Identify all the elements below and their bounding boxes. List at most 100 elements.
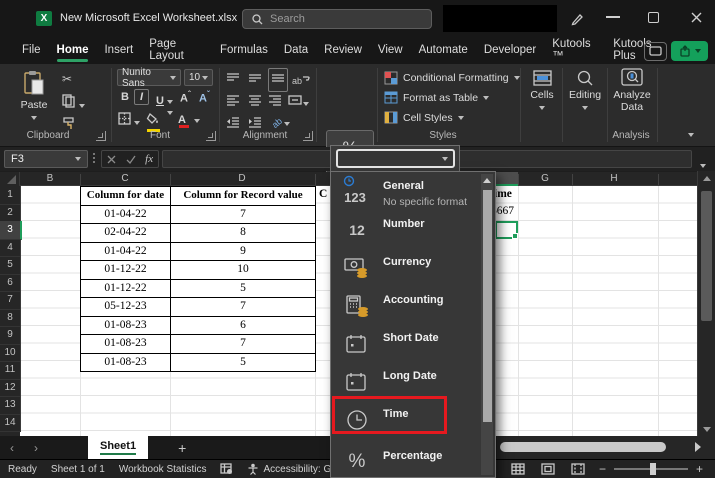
orientation-button[interactable]: ab (272, 113, 290, 131)
table-header-date[interactable]: Column for date (81, 187, 171, 205)
prev-sheet-icon[interactable]: ‹ (0, 441, 24, 455)
row-header-4[interactable]: 4 (0, 239, 21, 258)
normal-view-icon[interactable] (511, 463, 525, 475)
tab-data[interactable]: Data (276, 39, 316, 63)
table-row[interactable]: 02-04-228 (81, 224, 315, 243)
scroll-up-icon[interactable] (703, 176, 711, 181)
tab-formulas[interactable]: Formulas (212, 39, 276, 63)
italic-button[interactable]: I (134, 89, 149, 105)
font-name-select[interactable]: Nunito Sans (117, 69, 181, 86)
table-row[interactable]: 01-08-236 (81, 317, 315, 336)
menu-item-currency[interactable]: Currency (331, 253, 479, 287)
row-header-3-selected[interactable]: 3 (0, 221, 22, 240)
fx-icon[interactable]: fx (145, 153, 153, 165)
menu-item-short-date[interactable]: Short Date (331, 329, 479, 363)
font-dialog-launcher[interactable] (206, 131, 216, 141)
row-header-11[interactable]: 11 (0, 361, 21, 380)
fill-color-button[interactable] (146, 111, 173, 129)
zoom-in-button[interactable]: + (696, 462, 703, 476)
row-header-10[interactable]: 10 (0, 344, 21, 363)
cell-styles-button[interactable]: Cell Styles (384, 111, 464, 124)
row-header-1[interactable]: 1 (0, 186, 21, 205)
menu-scroll-thumb[interactable] (483, 190, 492, 422)
row-header-9[interactable]: 9 (0, 326, 21, 345)
tab-home[interactable]: Home (49, 39, 97, 63)
column-header-c[interactable]: C (121, 173, 128, 184)
name-box[interactable]: F3 (4, 150, 88, 168)
tab-automate[interactable]: Automate (411, 39, 476, 63)
scroll-down-icon[interactable] (703, 427, 711, 432)
column-header-h[interactable]: H (610, 173, 617, 184)
row-header-12[interactable]: 12 (0, 379, 21, 398)
column-header-f-selected[interactable] (496, 172, 518, 186)
align-bottom-button[interactable] (268, 68, 288, 92)
table-row[interactable]: 01-08-237 (81, 335, 315, 354)
row-header-2[interactable]: 2 (0, 204, 21, 223)
menu-scrollbar[interactable] (481, 174, 493, 475)
cancel-icon[interactable] (107, 155, 116, 164)
alignment-dialog-launcher[interactable] (303, 131, 313, 141)
share-button[interactable] (671, 41, 708, 61)
vertical-scroll-thumb[interactable] (701, 191, 712, 321)
zoom-slider[interactable] (614, 468, 688, 470)
tab-developer[interactable]: Developer (476, 39, 544, 63)
table-row[interactable]: 01-08-235 (81, 354, 315, 372)
copy-button[interactable] (62, 94, 85, 113)
font-color-button[interactable]: A (178, 110, 200, 128)
row-header-5[interactable]: 5 (0, 256, 21, 275)
add-sheet-button[interactable]: + (178, 440, 186, 456)
tab-review[interactable]: Review (316, 39, 370, 63)
table-row[interactable]: 01-12-225 (81, 280, 315, 299)
merge-center-button[interactable] (288, 93, 309, 111)
number-format-combobox[interactable] (336, 149, 455, 168)
cells-button[interactable]: Cells (524, 70, 560, 113)
table-row[interactable]: 01-04-229 (81, 243, 315, 262)
align-top-button[interactable] (226, 71, 240, 89)
maximize-button[interactable] (648, 12, 659, 23)
clipboard-dialog-launcher[interactable] (96, 131, 106, 141)
menu-item-accounting[interactable]: Accounting (331, 291, 479, 325)
select-all-corner[interactable] (0, 172, 20, 186)
horizontal-scrollbar[interactable] (497, 436, 715, 459)
document-title[interactable]: New Microsoft Excel Worksheet.xlsx (60, 12, 250, 24)
bold-button[interactable]: B (121, 91, 129, 103)
format-as-table-button[interactable]: Format as Table (384, 91, 489, 104)
tab-insert[interactable]: Insert (96, 39, 141, 63)
table-header-value[interactable]: Column for Record value (171, 187, 315, 205)
wrap-text-button[interactable]: ab (292, 71, 310, 89)
scroll-right-icon[interactable] (695, 442, 701, 452)
active-cell-f3[interactable] (495, 221, 518, 239)
macro-record-icon[interactable] (220, 463, 233, 475)
close-button[interactable] (690, 11, 703, 24)
comments-button[interactable] (644, 42, 667, 61)
paste-button[interactable]: Paste (12, 70, 56, 123)
data-table[interactable]: Column for dateColumn for Record value 0… (80, 186, 316, 372)
column-header-b[interactable]: B (47, 173, 54, 184)
page-break-view-icon[interactable] (571, 463, 585, 475)
search-input[interactable]: Search (242, 9, 432, 29)
row-header-13[interactable]: 13 (0, 396, 21, 415)
column-header-d[interactable]: D (238, 173, 245, 184)
tab-file[interactable]: File (14, 39, 49, 63)
menu-item-general[interactable]: 123 General No specific format (331, 177, 479, 211)
conditional-formatting-button[interactable]: Conditional Formatting (384, 71, 520, 85)
menu-item-percentage[interactable]: % Percentage (331, 447, 479, 478)
workbook-statistics-button[interactable]: Workbook Statistics (119, 464, 207, 475)
table-row[interactable]: 01-12-2210 (81, 261, 315, 280)
borders-button[interactable] (118, 112, 140, 130)
minimize-button[interactable] (606, 16, 620, 18)
align-middle-button[interactable] (248, 71, 262, 89)
table-row[interactable]: 01-04-227 (81, 206, 315, 225)
row-header-7[interactable]: 7 (0, 291, 21, 310)
decrease-font-button[interactable]: Aˇ (199, 90, 210, 105)
align-right-button[interactable] (268, 93, 282, 111)
sheet-tab-sheet1[interactable]: Sheet1 (88, 436, 148, 459)
analyze-data-button[interactable]: AnalyzeData (610, 68, 654, 113)
menu-item-number[interactable]: 12 Number (331, 215, 479, 249)
row-header-14[interactable]: 14 (0, 414, 21, 433)
align-center-button[interactable] (248, 93, 262, 111)
column-header-g[interactable]: G (541, 173, 549, 184)
menu-scroll-up-icon[interactable] (483, 178, 491, 183)
zoom-slider-thumb[interactable] (650, 463, 656, 475)
page-layout-view-icon[interactable] (541, 463, 555, 475)
